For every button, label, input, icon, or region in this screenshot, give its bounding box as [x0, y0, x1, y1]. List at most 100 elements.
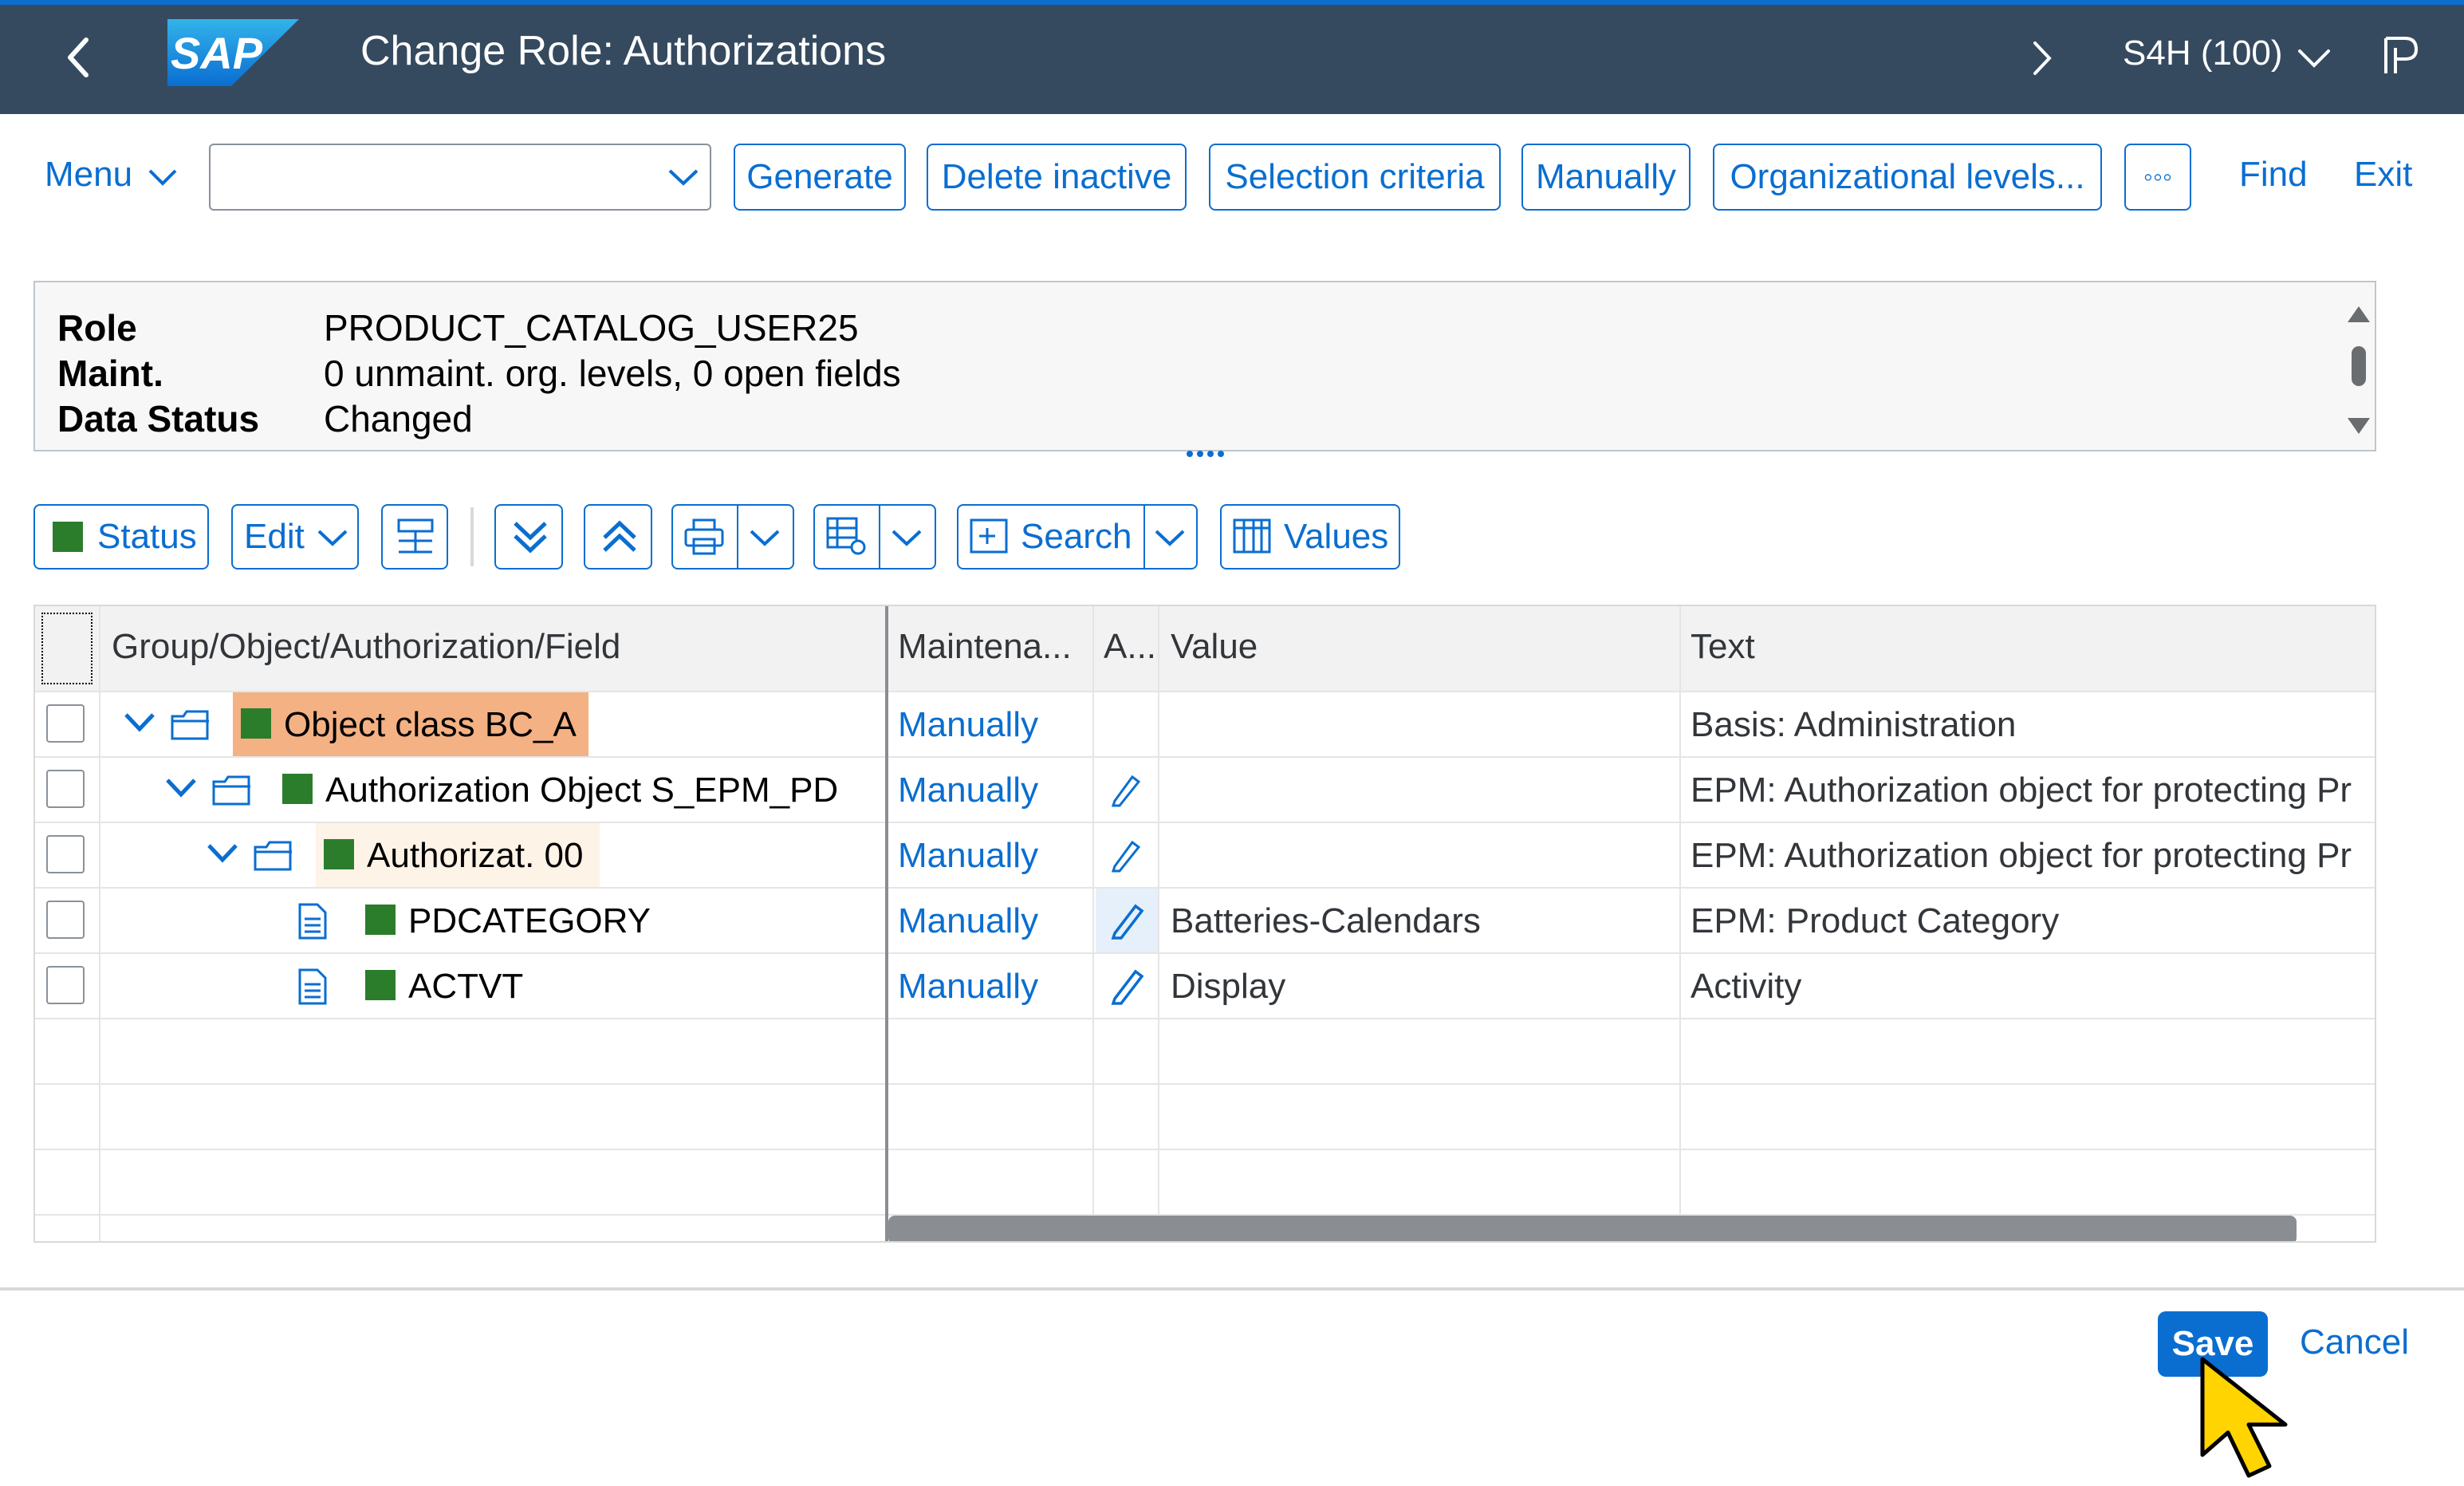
chevron-right-icon[interactable]: [2030, 40, 2054, 77]
sap-logo: SAP: [167, 19, 299, 86]
row-checkbox[interactable]: [46, 966, 85, 1004]
double-chevron-up-icon: [603, 520, 636, 552]
pencil-icon[interactable]: [1108, 967, 1147, 1005]
status-green-icon: [365, 970, 396, 1000]
status-green-icon: [324, 839, 354, 869]
column-header-node[interactable]: Group/Object/Authorization/Field: [112, 627, 620, 667]
search-label: Search: [1021, 517, 1132, 556]
exit-link[interactable]: Exit: [2354, 155, 2412, 195]
chevron-down-icon[interactable]: [123, 711, 156, 735]
values-label: Values: [1284, 517, 1389, 556]
folder-open-icon: [254, 841, 292, 871]
organizational-levels-button[interactable]: Organizational levels...: [1713, 144, 2102, 211]
chevron-down-icon: [750, 530, 780, 546]
chevron-down-icon: [317, 530, 348, 546]
generate-button[interactable]: Generate: [734, 144, 906, 211]
maintenance-link[interactable]: Manually: [898, 967, 1038, 1007]
authorization-tree-table: Group/Object/Authorization/Field Mainten…: [33, 605, 2376, 1243]
chevron-down-icon[interactable]: [164, 777, 198, 801]
resize-handle[interactable]: [1185, 448, 1226, 459]
find-link[interactable]: Find: [2239, 155, 2308, 195]
document-icon: [298, 968, 327, 1005]
page-title: Change Role: Authorizations: [360, 28, 887, 74]
column-header-text[interactable]: Text: [1691, 627, 1755, 667]
double-chevron-down-icon: [514, 522, 547, 554]
edit-menu-button[interactable]: Edit: [231, 504, 359, 570]
pencil-icon[interactable]: [1108, 901, 1147, 940]
chevron-down-icon: [1155, 530, 1185, 546]
data-status-value: Changed: [324, 398, 473, 439]
folder-open-icon: [212, 775, 250, 806]
maintenance-link[interactable]: Manually: [898, 901, 1038, 941]
node-label: ACTVT: [408, 967, 524, 1006]
data-status-label: Data Status: [57, 398, 260, 439]
collapse-all-button[interactable]: [584, 504, 652, 570]
maintenance-link[interactable]: Manually: [898, 771, 1038, 810]
layout-menu-button[interactable]: [813, 504, 936, 570]
shell-bar: SAP Change Role: Authorizations S4H (100…: [0, 0, 2464, 114]
pencil-icon[interactable]: [1108, 772, 1143, 807]
panel-scrollbar[interactable]: [2344, 303, 2373, 439]
status-green-icon: [282, 774, 313, 804]
maintenance-link[interactable]: Manually: [898, 705, 1038, 745]
print-menu-button[interactable]: [671, 504, 794, 570]
node-label: PDCATEGORY: [408, 901, 651, 940]
status-green-icon: [365, 905, 396, 935]
column-header-maintenance[interactable]: Maintena...: [898, 627, 1072, 667]
text-cell: EPM: Authorization object for protecting…: [1691, 771, 2352, 810]
maint-label: Maint.: [57, 353, 163, 394]
column-header-a[interactable]: A...: [1104, 627, 1156, 667]
expand-all-button[interactable]: [494, 504, 563, 570]
system-selector[interactable]: S4H (100): [2123, 34, 2283, 73]
toolbar-separator: [470, 507, 474, 566]
maint-value: 0 unmaint. org. levels, 0 open fields: [324, 353, 901, 394]
row-checkbox[interactable]: [46, 901, 85, 939]
text-cell: EPM: Authorization object for protecting…: [1691, 836, 2352, 875]
table-values-icon: [1233, 518, 1271, 554]
row-checkbox[interactable]: [46, 835, 85, 873]
search-icon: [970, 518, 1008, 554]
selection-criteria-button[interactable]: Selection criteria: [1209, 144, 1501, 211]
search-menu-button[interactable]: Search: [957, 504, 1198, 570]
table-row[interactable]: Authorization Object S_EPM_PD Manually E…: [35, 758, 2375, 822]
pencil-icon[interactable]: [1108, 838, 1143, 873]
technical-names-button[interactable]: [381, 504, 448, 570]
delete-inactive-button[interactable]: Delete inactive: [927, 144, 1187, 211]
menu-button[interactable]: Menu: [45, 155, 177, 195]
row-checkbox[interactable]: [46, 704, 85, 743]
back-arrow-icon[interactable]: [62, 35, 94, 80]
chevron-down-icon[interactable]: [206, 842, 239, 866]
command-field[interactable]: [209, 144, 711, 211]
horizontal-scrollbar[interactable]: [888, 1216, 2297, 1241]
select-all-cell[interactable]: [41, 613, 92, 684]
table-row[interactable]: Object class BC_A Manually Basis: Admini…: [35, 692, 2375, 756]
dropdown-chevron-icon[interactable]: [667, 168, 700, 188]
grid-settings-icon: [826, 517, 866, 555]
manually-button[interactable]: Manually: [1521, 144, 1691, 211]
print-icon: [684, 518, 724, 555]
status-button[interactable]: Status: [33, 504, 209, 570]
logo-text: SAP: [171, 28, 263, 78]
cancel-button[interactable]: Cancel: [2300, 1322, 2409, 1362]
row-checkbox[interactable]: [46, 770, 85, 808]
table-row[interactable]: PDCATEGORY Manually Batteries-Calendars …: [35, 889, 2375, 952]
mouse-pointer-icon: [2200, 1357, 2288, 1478]
hierarchy-icon: [397, 518, 434, 554]
edit-label: Edit: [244, 517, 305, 556]
chevron-down-icon: [892, 530, 922, 546]
personalization-icon[interactable]: [2381, 34, 2423, 78]
table-row[interactable]: ACTVT Manually Display Activity: [35, 954, 2375, 1018]
status-label: Status: [97, 517, 197, 556]
text-cell: Basis: Administration: [1691, 705, 2017, 744]
node-label: Authorization Object S_EPM_PD: [325, 771, 839, 810]
maintenance-link[interactable]: Manually: [898, 836, 1038, 876]
chevron-down-icon[interactable]: [2297, 46, 2332, 70]
text-cell: Activity: [1691, 967, 1802, 1006]
role-header-panel: Role PRODUCT_CATALOG_USER25 Maint. 0 unm…: [33, 281, 2376, 451]
document-icon: [298, 903, 327, 940]
node-label: Authorizat. 00: [367, 836, 584, 875]
more-button[interactable]: ◦◦◦: [2124, 144, 2191, 211]
column-header-value[interactable]: Value: [1171, 627, 1258, 667]
values-button[interactable]: Values: [1220, 504, 1400, 570]
table-row[interactable]: Authorizat. 00 Manually EPM: Authorizati…: [35, 823, 2375, 887]
